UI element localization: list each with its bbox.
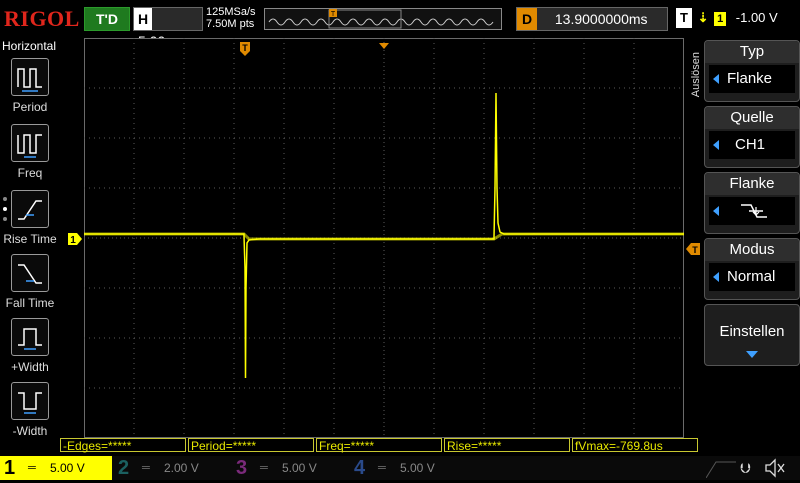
trigger-mode-head: Modus	[705, 239, 799, 261]
usb-icon: ⮋	[740, 460, 751, 476]
channel4-number: 4	[354, 457, 366, 479]
svg-text:T: T	[242, 43, 248, 53]
channel4-tab[interactable]: 4 ═ 5.00 V	[350, 456, 462, 480]
period-icon	[11, 58, 49, 96]
trigger-status[interactable]: T ⇣ 1 -1.00 V	[676, 7, 796, 29]
trigger-position-marker[interactable]: T	[240, 42, 252, 61]
svg-text:1: 1	[70, 235, 76, 245]
trigger-menu: Typ Flanke Quelle CH1 Flanke Modus Norma…	[704, 38, 800, 438]
dc-coupling-icon: ═	[260, 462, 268, 474]
trigger-slope-head: Flanke	[705, 173, 799, 195]
dc-coupling-icon: ═	[28, 462, 36, 474]
channel1-ground-marker[interactable]: 1	[68, 232, 82, 250]
trigger-slope-value	[709, 197, 795, 225]
measure-negative-width-label: -Width	[12, 424, 48, 438]
channel2-tab[interactable]: 2 ═ 2.00 V	[114, 456, 226, 480]
measure-rise-time-button[interactable]: Rise Time	[0, 190, 60, 246]
measurement-freq[interactable]: Freq=*****	[316, 438, 442, 453]
run-status-badge[interactable]: T'D	[84, 7, 130, 31]
select-arrow-icon	[713, 206, 719, 216]
dc-coupling-icon: ═	[378, 462, 386, 474]
trigger-source-softkey[interactable]: Quelle CH1	[704, 106, 800, 168]
measure-negative-width-button[interactable]: -Width	[0, 382, 60, 438]
measurement-edges[interactable]: -Edges=*****	[60, 438, 186, 453]
trigger-level: -1.00 V	[735, 10, 778, 25]
channel3-number: 3	[236, 457, 248, 479]
trigger-source-head: Quelle	[705, 107, 799, 129]
dc-coupling-icon: ═	[142, 462, 150, 474]
measure-rise-time-label: Rise Time	[3, 232, 57, 246]
timebase-display[interactable]: H 5.00ms	[133, 7, 203, 49]
negative-width-icon	[11, 382, 49, 420]
delay-key-badge: D	[517, 8, 537, 30]
channel1-tab[interactable]: 1 ═ 5.00 V	[0, 456, 112, 480]
trigger-mode-value: Normal	[709, 263, 795, 291]
channel2-scale: 2.00 V	[164, 461, 199, 475]
freq-icon	[11, 124, 49, 162]
brand-logo: RIGOL	[4, 6, 80, 31]
channel4-scale: 5.00 V	[400, 461, 435, 475]
trigger-key-badge: T	[676, 8, 692, 28]
measure-period-label: Period	[12, 100, 48, 114]
measurement-bar: -Edges=***** Period=***** Freq=***** Ris…	[60, 438, 700, 454]
memory-depth: 7.50M pts	[206, 18, 255, 30]
trigger-type-head: Typ	[705, 41, 799, 63]
trigger-level-marker[interactable]: T	[686, 242, 700, 260]
measure-fall-time-button[interactable]: Fall Time	[0, 254, 60, 310]
waveform-display[interactable]	[84, 38, 684, 438]
measurement-fvmax[interactable]: fVmax=-769.8us	[572, 438, 698, 453]
trigger-menu-side-label: Auslösen	[690, 52, 702, 98]
measure-freq-label: Freq	[17, 166, 43, 180]
positive-width-icon	[11, 318, 49, 356]
channel2-number: 2	[118, 457, 130, 479]
delay-value: 13.9000000ms	[554, 11, 648, 27]
memory-trigger-marker: T	[329, 9, 337, 18]
measure-menu-title: Horizontal	[2, 39, 57, 53]
acquisition-info: 125MSa/s 7.50M pts	[206, 6, 256, 30]
delay-display[interactable]: D 13.9000000ms	[516, 7, 668, 31]
rise-time-icon	[11, 190, 49, 228]
select-arrow-icon	[713, 140, 719, 150]
memory-waveform-overview: T	[268, 9, 494, 29]
measure-period-button[interactable]: Period	[0, 58, 60, 114]
horizontal-center-marker	[379, 38, 389, 56]
measure-fall-time-label: Fall Time	[5, 296, 55, 310]
submenu-down-arrow-icon	[746, 351, 758, 358]
measurement-period[interactable]: Period=*****	[188, 438, 314, 453]
trigger-source-badge: 1	[714, 12, 727, 26]
measure-freq-button[interactable]: Freq	[0, 124, 60, 180]
trigger-edge-icon: ⇣	[697, 10, 709, 25]
channel1-scale: 5.00 V	[50, 461, 85, 475]
trigger-mode-softkey[interactable]: Modus Normal	[704, 238, 800, 300]
channel3-tab[interactable]: 3 ═ 5.00 V	[232, 456, 344, 480]
measure-positive-width-label: +Width	[11, 360, 49, 374]
waveform-grid	[84, 38, 684, 438]
memory-overview-strip[interactable]: T	[264, 8, 502, 30]
sound-off-icon[interactable]	[764, 458, 786, 483]
svg-text:T: T	[692, 245, 698, 255]
svg-text:T: T	[331, 11, 336, 18]
select-arrow-icon	[713, 272, 719, 282]
channel3-scale: 5.00 V	[282, 461, 317, 475]
falling-edge-icon	[741, 204, 767, 218]
measurement-rise[interactable]: Rise=*****	[444, 438, 570, 453]
trigger-type-softkey[interactable]: Typ Flanke	[704, 40, 800, 102]
channel-status-bar: 1 ═ 5.00 V 2 ═ 2.00 V 3 ═ 5.00 V 4 ═ 5.0…	[0, 456, 800, 480]
measure-positive-width-button[interactable]: +Width	[0, 318, 60, 374]
trigger-slope-softkey[interactable]: Flanke	[704, 172, 800, 234]
sample-rate: 125MSa/s	[206, 6, 256, 18]
fall-time-icon	[11, 254, 49, 292]
trigger-type-value: Flanke	[709, 65, 795, 93]
trigger-source-value: CH1	[709, 131, 795, 159]
select-arrow-icon	[713, 74, 719, 84]
channel1-number: 1	[4, 457, 16, 479]
timebase-key-badge: H	[134, 8, 152, 30]
trigger-settings-label: Einstellen	[719, 323, 785, 340]
trigger-settings-softkey[interactable]: Einstellen	[704, 304, 800, 366]
